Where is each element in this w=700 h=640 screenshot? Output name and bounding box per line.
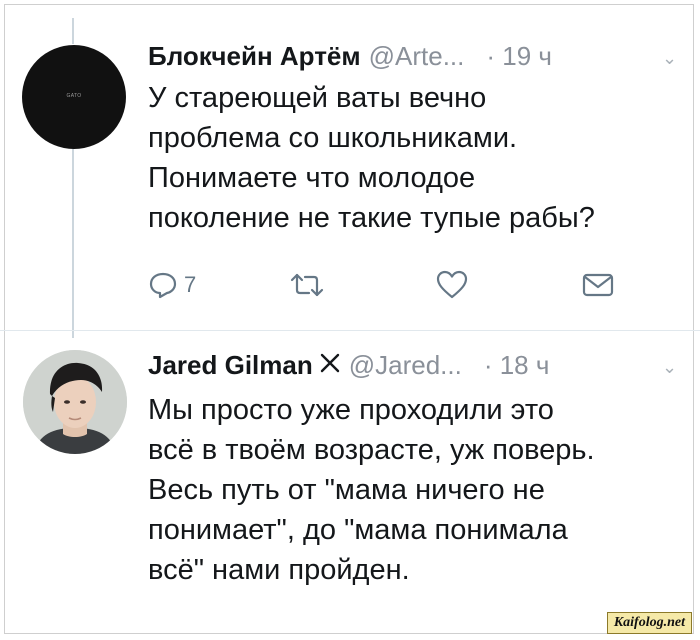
text-line: всё" нами пройден.	[148, 554, 410, 586]
tweet-text: Мы просто уже проходили это всё в твоём …	[148, 390, 595, 590]
tweet-text: У стареющей ваты вечно проблема со школь…	[148, 78, 595, 238]
tweet-time[interactable]: · 19 ч	[486, 41, 552, 72]
x-icon	[319, 350, 341, 381]
retweet-button[interactable]	[288, 270, 326, 300]
avatar-label: GATO	[66, 92, 82, 99]
text-line: поколение не такие тупые рабы?	[148, 202, 595, 234]
reply-count: 7	[184, 272, 197, 297]
tweet-actions: 7	[148, 270, 628, 306]
tweet-time[interactable]: · 18 ч	[484, 350, 550, 381]
watermark: Kaifolog.net	[606, 612, 692, 634]
reply-button[interactable]: 7	[148, 270, 196, 300]
text-line: У стареющей ваты вечно	[148, 82, 487, 114]
avatar-photo	[23, 350, 127, 454]
reply-icon	[148, 270, 178, 300]
text-line: Понимаете что молодое	[148, 162, 476, 194]
author-name[interactable]: Блокчейн Артём	[148, 41, 361, 72]
heart-icon	[436, 270, 468, 300]
tweet-header: Блокчейн Артём @Arte... · 19 ч	[148, 38, 552, 74]
thread-line-middle	[72, 142, 74, 338]
text-line: Мы просто уже проходили это	[148, 394, 554, 426]
chevron-down-icon[interactable]: ⌄	[662, 357, 677, 378]
tweet-divider	[0, 330, 700, 331]
text-line: проблема со школьниками.	[148, 122, 518, 154]
author-handle[interactable]: @Arte...	[369, 41, 465, 72]
avatar[interactable]	[23, 350, 127, 454]
chevron-down-icon[interactable]: ⌄	[662, 48, 677, 69]
author-name[interactable]: Jared Gilman	[148, 350, 313, 381]
text-line: всё в твоём возрасте, уж поверь.	[148, 434, 595, 466]
direct-message-button[interactable]	[582, 270, 614, 300]
retweet-icon	[288, 270, 326, 300]
author-handle[interactable]: @Jared...	[349, 350, 462, 381]
like-button[interactable]	[436, 270, 468, 300]
envelope-icon	[582, 270, 614, 300]
avatar[interactable]: GATO	[22, 45, 126, 149]
tweet-header: Jared Gilman @Jared... · 18 ч	[148, 347, 549, 383]
thread-line-top	[72, 18, 74, 44]
text-line: Весь путь от "мама ничего не	[148, 474, 545, 506]
text-line: понимает", до "мама понимала	[148, 514, 568, 546]
